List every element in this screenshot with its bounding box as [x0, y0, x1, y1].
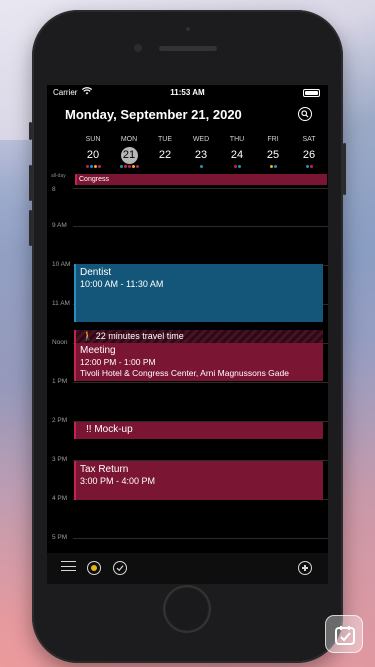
- bottom-toolbar: [47, 553, 328, 584]
- event-time: 10:00 AM - 11:30 AM: [80, 279, 164, 289]
- app-badge-icon: [325, 615, 363, 653]
- event-dentist[interactable]: Dentist 10:00 AM - 11:30 AM: [74, 264, 323, 322]
- day-of-week: MON: [120, 136, 138, 143]
- add-icon[interactable]: [298, 561, 312, 575]
- event-location: Tivoli Hotel & Congress Center, Arni Mag…: [80, 368, 289, 378]
- event-meeting[interactable]: Meeting 12:00 PM - 1:00 PM Tivoli Hotel …: [74, 343, 323, 381]
- all-day-row: all-day Congress: [47, 172, 328, 188]
- day-wed[interactable]: WED 23: [183, 136, 219, 168]
- day-number: 26: [302, 149, 316, 161]
- hour-label: 2 PM: [52, 417, 68, 424]
- event-dots: [291, 165, 327, 169]
- search-icon: [301, 110, 309, 118]
- hour-divider: [73, 538, 328, 539]
- event-title: Tax Return: [80, 464, 129, 475]
- day-of-week: SUN: [85, 136, 101, 143]
- hour-divider: [73, 188, 328, 189]
- day-sat[interactable]: SAT 26: [291, 136, 327, 168]
- walking-icon: 🚶: [82, 331, 94, 341]
- event-title: Meeting: [80, 345, 116, 356]
- event-time: 12:00 PM - 1:00 PM: [80, 357, 156, 367]
- day-mon[interactable]: MON 21: [111, 136, 147, 168]
- travel-time-text: 22 minutes travel time: [95, 331, 184, 341]
- hour-label: 1 PM: [52, 378, 68, 385]
- status-bar: Carrier 11:53 AM: [47, 85, 328, 101]
- event-mockup[interactable]: !! Mock-up: [74, 422, 323, 439]
- day-number: 24: [230, 149, 244, 161]
- day-number: 25: [266, 149, 280, 161]
- calendar-screen: Carrier 11:53 AM Monday, September 21, 2…: [47, 85, 328, 584]
- today-icon[interactable]: [87, 561, 101, 575]
- all-day-event-congress[interactable]: Congress: [75, 174, 327, 185]
- event-time: 3:00 PM - 4:00 PM: [80, 476, 156, 486]
- day-number: 22: [158, 149, 172, 161]
- day-number-today: 21: [120, 147, 138, 164]
- day-number: 23: [194, 149, 208, 161]
- hour-label: Noon: [52, 339, 68, 346]
- battery-icon: [303, 89, 320, 97]
- day-tue[interactable]: TUE 22: [147, 136, 183, 164]
- day-of-week: TUE: [158, 136, 172, 143]
- power-button: [343, 143, 346, 195]
- day-sun[interactable]: SUN 20: [75, 136, 111, 168]
- day-thu[interactable]: THU 24: [219, 136, 255, 168]
- day-timeline[interactable]: 8 9 AM 10 AM 11 AM Noon 1 PM 2 PM 3 PM 4…: [47, 186, 328, 553]
- event-dots: [219, 165, 255, 169]
- hour-label: 10 AM: [52, 261, 71, 268]
- page-title: Monday, September 21, 2020: [65, 107, 242, 122]
- hour-divider: [73, 382, 328, 383]
- event-title: Dentist: [80, 267, 112, 278]
- event-tax-return[interactable]: Tax Return 3:00 PM - 4:00 PM: [74, 461, 323, 500]
- volume-up-button: [29, 165, 32, 201]
- event-dots: [255, 165, 291, 169]
- volume-down-button: [29, 210, 32, 246]
- hour-label: 3 PM: [52, 456, 68, 463]
- menu-icon[interactable]: [61, 561, 76, 572]
- all-day-label: all-day: [51, 173, 66, 179]
- event-dots: [111, 165, 147, 169]
- earpiece-speaker: [159, 46, 217, 51]
- home-button[interactable]: [163, 585, 211, 633]
- day-fri[interactable]: FRI 25: [255, 136, 291, 168]
- search-button[interactable]: [298, 107, 312, 121]
- day-of-week: SAT: [302, 136, 316, 143]
- event-dots: [75, 165, 111, 169]
- front-camera: [134, 44, 142, 52]
- status-time: 11:53 AM: [170, 88, 205, 97]
- hour-label: 8: [52, 186, 56, 193]
- hour-label: 5 PM: [52, 534, 68, 541]
- event-dots: [147, 165, 183, 169]
- mute-switch: [29, 122, 32, 140]
- day-of-week: WED: [192, 136, 210, 143]
- day-of-week: FRI: [267, 136, 279, 143]
- hour-label: 9 AM: [52, 222, 67, 229]
- travel-time-block[interactable]: 🚶 22 minutes travel time: [74, 330, 323, 343]
- hour-label: 11 AM: [52, 300, 70, 307]
- day-number: 20: [86, 149, 100, 161]
- week-strip: SUN 20 MON 21 TUE 22 WED 23 THU 24 FRI 2…: [75, 136, 328, 172]
- event-dots: [183, 165, 219, 169]
- hour-divider: [73, 226, 328, 227]
- checkmark-icon[interactable]: [113, 561, 127, 575]
- sensor-dot: [186, 27, 190, 31]
- day-of-week: THU: [229, 136, 245, 143]
- hour-label: 4 PM: [52, 495, 68, 502]
